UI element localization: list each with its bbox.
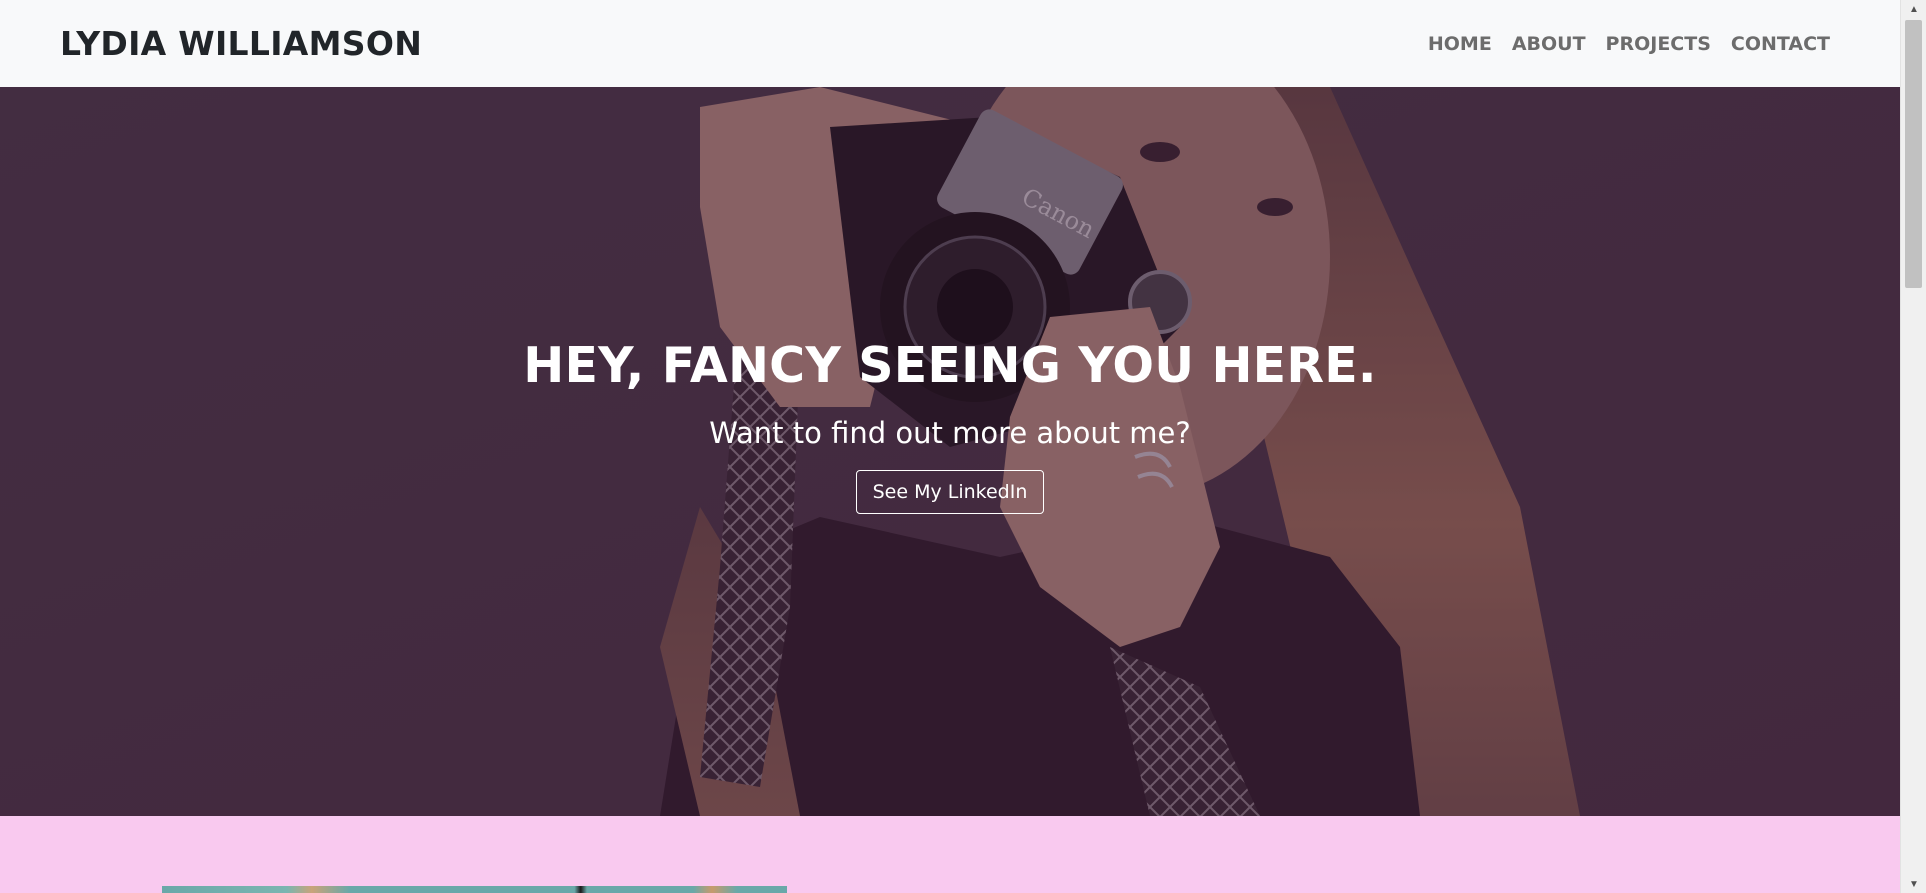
nav-link-projects[interactable]: PROJECTS xyxy=(1606,33,1711,55)
caret-down-icon[interactable]: ▼ xyxy=(1901,875,1926,893)
nav-link-contact[interactable]: CONTACT xyxy=(1731,33,1830,55)
linkedin-button[interactable]: See My LinkedIn xyxy=(855,470,1045,514)
nav-links: HOME ABOUT PROJECTS CONTACT xyxy=(1428,33,1830,55)
navbar: LYDIA WILLIAMSON HOME ABOUT PROJECTS CON… xyxy=(0,0,1900,87)
nav-link-home[interactable]: HOME xyxy=(1428,33,1492,55)
about-section xyxy=(0,816,1900,893)
scrollbar[interactable]: ▲ ▼ xyxy=(1900,0,1926,893)
nav-link-about[interactable]: ABOUT xyxy=(1512,33,1586,55)
hero-subtitle: Want to find out more about me? xyxy=(709,416,1191,450)
page: LYDIA WILLIAMSON HOME ABOUT PROJECTS CON… xyxy=(0,0,1926,893)
brand-logo[interactable]: LYDIA WILLIAMSON xyxy=(60,24,422,63)
caret-up-icon[interactable]: ▲ xyxy=(1901,0,1926,18)
about-image xyxy=(162,886,787,893)
hero-title: HEY, FANCY SEEING YOU HERE. xyxy=(523,337,1377,394)
hero-content: HEY, FANCY SEEING YOU HERE. Want to find… xyxy=(0,87,1900,816)
scroll-thumb[interactable] xyxy=(1905,20,1922,288)
hero-section: Canon HEY, FANCY SEEING YOU HERE. Want t… xyxy=(0,87,1900,816)
